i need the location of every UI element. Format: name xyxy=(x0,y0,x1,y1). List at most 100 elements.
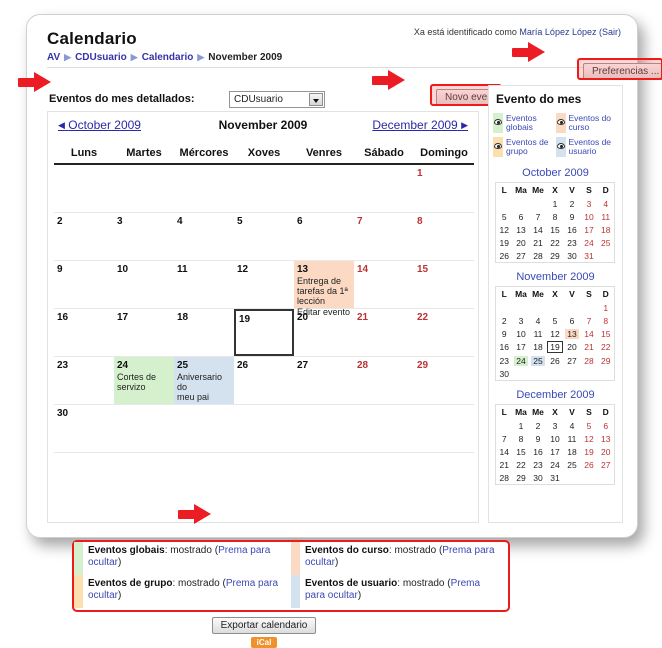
calendar-day-cell[interactable] xyxy=(54,164,114,213)
mini-day-cell[interactable] xyxy=(496,419,513,432)
mini-day-cell[interactable]: 10 xyxy=(581,210,598,223)
calendar-day-cell[interactable]: 14 xyxy=(354,260,414,309)
mini-day-cell[interactable]: 26 xyxy=(581,458,598,471)
export-calendar-button[interactable]: Exportar calendario xyxy=(211,617,317,634)
mini-day-cell[interactable]: 31 xyxy=(547,471,564,485)
mini-day-cell[interactable]: 14 xyxy=(581,327,598,340)
mini-day-cell[interactable] xyxy=(513,301,530,314)
logout-link[interactable]: (Sair) xyxy=(599,27,621,37)
calendar-day-cell[interactable]: 30 xyxy=(54,404,114,453)
eye-icon[interactable] xyxy=(494,119,502,125)
calendar-day-cell[interactable]: 23 xyxy=(54,356,114,405)
calendar-day-cell[interactable]: 26 xyxy=(234,356,294,405)
month-legend-item[interactable]: Eventos de usuario xyxy=(555,135,619,159)
mini-day-cell[interactable] xyxy=(513,367,530,381)
mini-calendar-title[interactable]: October 2009 xyxy=(495,162,616,182)
calendar-day-cell[interactable] xyxy=(414,404,474,453)
calendar-day-cell[interactable] xyxy=(294,164,354,213)
mini-day-cell[interactable]: 8 xyxy=(598,314,615,327)
mini-day-cell[interactable]: 17 xyxy=(547,445,564,458)
calendar-day-cell[interactable]: 15 xyxy=(414,260,474,309)
mini-day-cell[interactable]: 20 xyxy=(564,340,581,354)
mini-day-cell[interactable]: 21 xyxy=(530,236,547,249)
mini-day-cell[interactable] xyxy=(530,367,547,381)
mini-day-cell[interactable]: 13 xyxy=(598,432,615,445)
mini-day-cell[interactable]: 12 xyxy=(581,432,598,445)
eye-icon[interactable] xyxy=(556,119,565,125)
mini-day-cell[interactable]: 9 xyxy=(564,210,581,223)
mini-day-cell[interactable]: 18 xyxy=(564,445,581,458)
mini-day-cell[interactable]: 4 xyxy=(530,314,547,327)
mini-day-cell[interactable]: 19 xyxy=(547,340,564,354)
mini-day-cell[interactable] xyxy=(598,367,615,381)
mini-day-cell[interactable]: 15 xyxy=(547,223,564,236)
mini-day-cell[interactable]: 20 xyxy=(598,445,615,458)
mini-day-cell[interactable]: 22 xyxy=(547,236,564,249)
legend-item-user[interactable]: Eventos de usuario: mostrado (Prema para… xyxy=(291,575,508,608)
breadcrumb-item-0[interactable]: AV xyxy=(47,52,60,63)
mini-day-cell[interactable]: 16 xyxy=(564,223,581,236)
mini-day-cell[interactable]: 18 xyxy=(530,340,547,354)
mini-day-cell[interactable]: 22 xyxy=(598,340,615,354)
mini-day-cell[interactable] xyxy=(581,471,598,485)
calendar-day-cell[interactable] xyxy=(294,404,354,453)
mini-day-cell[interactable]: 27 xyxy=(513,249,530,263)
mini-day-cell[interactable]: 11 xyxy=(598,210,615,223)
mini-day-cell[interactable]: 17 xyxy=(581,223,598,236)
mini-day-cell[interactable]: 25 xyxy=(530,354,547,367)
mini-day-cell[interactable]: 23 xyxy=(496,354,513,367)
breadcrumb-item-2[interactable]: Calendario xyxy=(142,52,194,63)
mini-day-cell[interactable]: 10 xyxy=(513,327,530,340)
mini-day-cell[interactable]: 8 xyxy=(547,210,564,223)
mini-day-cell[interactable]: 29 xyxy=(513,471,530,485)
calendar-day-cell[interactable]: 9 xyxy=(54,260,114,309)
mini-day-cell[interactable]: 15 xyxy=(598,327,615,340)
mini-day-cell[interactable]: 29 xyxy=(598,354,615,367)
mini-day-cell[interactable] xyxy=(598,249,615,263)
mini-day-cell[interactable]: 24 xyxy=(513,354,530,367)
mini-day-cell[interactable]: 2 xyxy=(564,197,581,210)
month-legend-item[interactable]: Eventos globais xyxy=(493,111,556,135)
mini-day-cell[interactable] xyxy=(564,301,581,314)
calendar-day-cell[interactable]: 24 Cortes de servizo xyxy=(114,356,174,405)
mini-day-cell[interactable]: 9 xyxy=(496,327,513,340)
mini-day-cell[interactable]: 30 xyxy=(564,249,581,263)
mini-day-cell[interactable] xyxy=(547,367,564,381)
mini-day-cell[interactable] xyxy=(496,197,513,210)
calendar-day-cell[interactable]: 17 xyxy=(114,308,174,357)
mini-day-cell[interactable]: 13 xyxy=(564,327,581,340)
mini-day-cell[interactable]: 6 xyxy=(564,314,581,327)
calendar-day-cell[interactable]: 12 xyxy=(234,260,294,309)
mini-day-cell[interactable]: 1 xyxy=(598,301,615,314)
calendar-day-cell[interactable] xyxy=(354,404,414,453)
calendar-day-cell[interactable]: 6 xyxy=(294,212,354,261)
mini-day-cell[interactable] xyxy=(581,301,598,314)
calendar-day-cell[interactable]: 4 xyxy=(174,212,234,261)
mini-day-cell[interactable]: 26 xyxy=(547,354,564,367)
mini-day-cell[interactable]: 6 xyxy=(513,210,530,223)
mini-day-cell[interactable] xyxy=(530,197,547,210)
breadcrumb-item-1[interactable]: CDUsuario xyxy=(75,52,127,63)
calendar-day-cell[interactable]: 2 xyxy=(54,212,114,261)
month-legend-item[interactable]: Eventos de grupo xyxy=(493,135,556,159)
calendar-day-cell[interactable] xyxy=(234,404,294,453)
mini-day-cell[interactable]: 28 xyxy=(530,249,547,263)
calendar-day-cell[interactable] xyxy=(114,164,174,213)
legend-item-global[interactable]: Eventos globais: mostrado (Prema para oc… xyxy=(74,542,291,575)
mini-day-cell[interactable]: 25 xyxy=(564,458,581,471)
mini-day-cell[interactable] xyxy=(598,471,615,485)
calendar-day-cell[interactable]: 29 xyxy=(414,356,474,405)
mini-day-cell[interactable]: 4 xyxy=(598,197,615,210)
mini-day-cell[interactable]: 14 xyxy=(530,223,547,236)
mini-day-cell[interactable]: 28 xyxy=(496,471,513,485)
mini-day-cell[interactable] xyxy=(564,367,581,381)
calendar-day-cell[interactable]: 8 xyxy=(414,212,474,261)
legend-item-group[interactable]: Eventos de grupo: mostrado (Prema para o… xyxy=(74,575,291,608)
calendar-day-cell[interactable]: 13 Entrega de tarefas da 1ª lección Editar e… xyxy=(294,260,354,317)
mini-day-cell[interactable]: 26 xyxy=(496,249,513,263)
calendar-day-cell[interactable]: 22 xyxy=(414,308,474,357)
legend-item-course[interactable]: Eventos do curso: mostrado (Prema para o… xyxy=(291,542,508,575)
mini-day-cell[interactable] xyxy=(547,301,564,314)
mini-day-cell[interactable]: 7 xyxy=(581,314,598,327)
calendar-day-cell[interactable]: 5 xyxy=(234,212,294,261)
